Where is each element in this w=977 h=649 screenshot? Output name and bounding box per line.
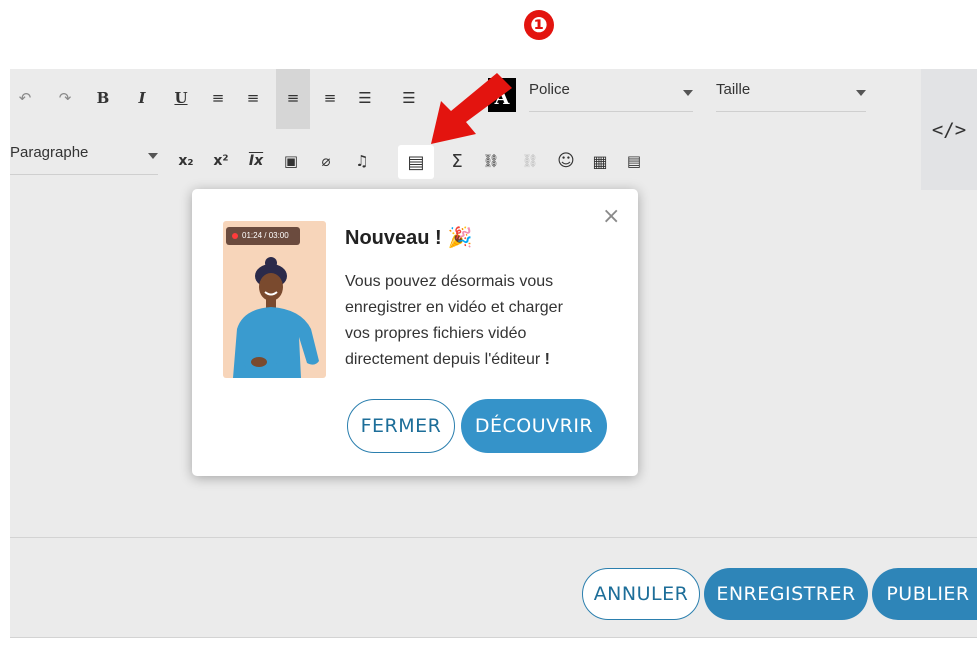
chevron-down-icon [683, 90, 693, 96]
size-select[interactable]: Taille [716, 81, 866, 112]
dialog-discover-button[interactable]: DÉCOUVRIR [461, 399, 607, 453]
new-feature-dialog: × 01:24 / 03:00 Nouveau ! 🎉 Vous pouvez d… [192, 189, 638, 476]
clear-format-icon[interactable]: Ix [245, 150, 267, 172]
dialog-body-line: enregistrer en vidéo et charger [345, 299, 563, 316]
numbered-list-icon[interactable]: ☰ [398, 87, 420, 109]
code-icon: </> [931, 118, 967, 141]
underline-button[interactable]: U [170, 87, 192, 109]
dialog-body-line: directement depuis l'éditeur ! [345, 347, 615, 373]
formula-icon[interactable]: Σ [446, 150, 468, 172]
person-illustration [233, 257, 319, 378]
align-justify-icon[interactable]: ≡ [207, 87, 229, 109]
editor-footer: ANNULER ENREGISTRER PUBLIER [10, 538, 977, 637]
save-button[interactable]: ENREGISTRER [704, 568, 868, 620]
dialog-body-exclamation: ! [544, 351, 550, 368]
bold-button[interactable]: B [92, 87, 114, 109]
page-divider [10, 637, 977, 638]
dialog-body-line: Vous pouvez désormais vous [345, 273, 554, 290]
audio-icon[interactable]: ♫ [351, 150, 373, 172]
font-select-label: Police [529, 81, 570, 98]
align-center-icon[interactable]: ≡ [242, 87, 264, 109]
subscript-icon[interactable]: x₂ [175, 150, 197, 172]
dialog-body: Vous pouvez désormais vous enregistrer e… [345, 269, 615, 373]
dialog-body-text: directement depuis l'éditeur [345, 351, 541, 368]
dialog-title-text: Nouveau ! [345, 227, 442, 249]
size-select-label: Taille [716, 81, 751, 98]
align-left-icon[interactable]: ≡ [282, 87, 304, 109]
image-icon[interactable]: ▣ [280, 150, 302, 172]
undo-icon[interactable]: ↶ [14, 87, 36, 109]
bullet-list-icon[interactable]: ☰ [354, 87, 376, 109]
table-icon[interactable]: ▦ [589, 150, 611, 172]
video-recording-illustration: 01:24 / 03:00 [223, 221, 326, 378]
paragraph-select-label: Paragraphe [10, 144, 89, 161]
chevron-down-icon [148, 153, 158, 159]
unlink-icon[interactable]: ⛓ [519, 150, 541, 172]
close-icon[interactable]: × [602, 206, 620, 228]
editor-toolbar: ↶ ↷ B I U ≡ ≡ ≡ ≡ ☰ ☰ A Police Taille Pa… [10, 69, 977, 190]
link-icon[interactable]: ⛓ [480, 150, 502, 172]
dialog-body-line: vos propres fichiers vidéo [345, 325, 527, 342]
video-icon[interactable]: ▤ [405, 151, 427, 173]
emoji-icon[interactable]: ☺ [555, 150, 577, 172]
cancel-button[interactable]: ANNULER [582, 568, 700, 620]
template-icon[interactable]: ▤ [623, 150, 645, 172]
italic-button[interactable]: I [131, 87, 153, 109]
superscript-icon[interactable]: x² [210, 150, 232, 172]
party-popper-icon: 🎉 [447, 227, 473, 249]
redo-icon[interactable]: ↷ [54, 87, 76, 109]
annotation-number-badge: ❶ [524, 10, 554, 40]
attachment-icon[interactable]: ⌀ [315, 150, 337, 172]
chevron-down-icon [856, 90, 866, 96]
font-select[interactable]: Police [529, 81, 693, 112]
paragraph-select[interactable]: Paragraphe [10, 144, 158, 175]
text-color-button[interactable]: A [488, 78, 516, 112]
dialog-close-button[interactable]: FERMER [347, 399, 455, 453]
publish-button[interactable]: PUBLIER [872, 568, 977, 620]
align-right-icon[interactable]: ≡ [319, 87, 341, 109]
code-view-button[interactable]: </> [921, 69, 977, 190]
dialog-title: Nouveau ! 🎉 [345, 225, 473, 250]
